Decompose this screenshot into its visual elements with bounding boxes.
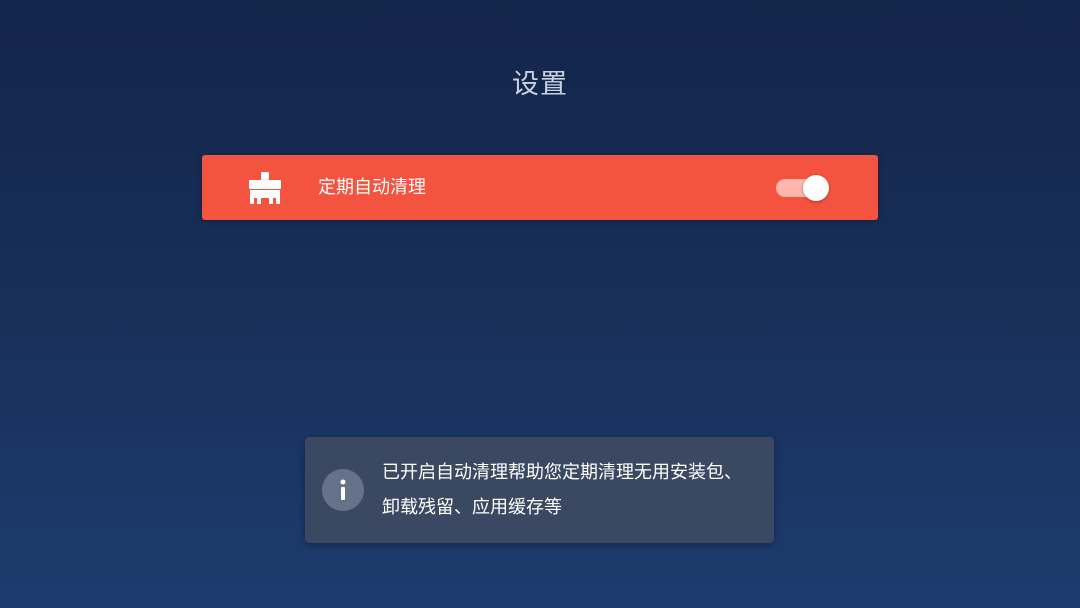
broom-icon [248, 171, 282, 205]
info-icon [322, 469, 364, 511]
toast-text: 已开启自动清理帮助您定期清理无用安装包、卸载残留、应用缓存等 [382, 462, 742, 518]
toast-message: 已开启自动清理帮助您定期清理无用安装包、卸载残留、应用缓存等 [305, 437, 774, 543]
setting-row-auto-clean[interactable]: 定期自动清理 [202, 155, 878, 220]
page-title: 设置 [512, 69, 568, 100]
auto-clean-toggle[interactable] [774, 175, 830, 201]
setting-row-label: 定期自动清理 [318, 177, 426, 198]
toggle-knob [803, 175, 829, 201]
